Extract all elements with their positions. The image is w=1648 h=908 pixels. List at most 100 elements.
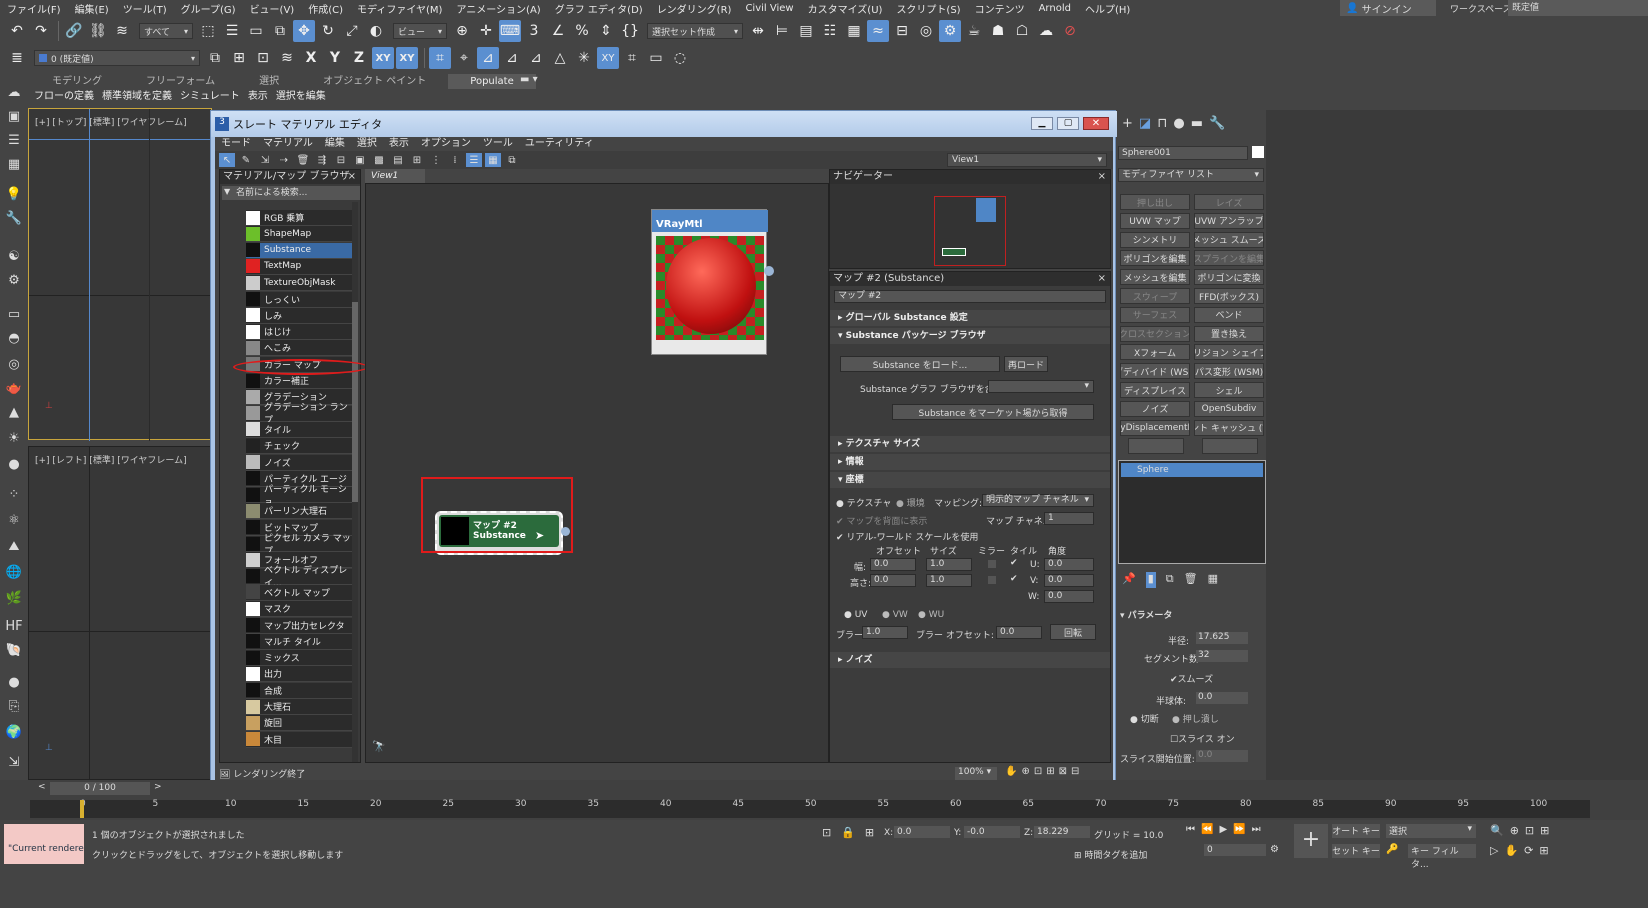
browser-list-item[interactable]: パーティクル モーショ... [246,485,356,508]
time-config-icon[interactable]: ⚙ [1270,844,1279,855]
browser-list-item[interactable]: グラデーション ランプ [246,403,356,426]
create-tab-icon[interactable]: + [1122,116,1133,134]
zoom-nav-icon[interactable]: 🔍 [1490,824,1504,837]
layout-icon[interactable]: ⁞ [447,153,463,167]
snap-face-icon[interactable]: △ [549,47,571,69]
menu-item[interactable]: ツール(T) [116,1,174,16]
select-manipulate-icon[interactable]: ✛ [475,20,497,42]
zoom-icon[interactable]: ⊕ [1021,766,1029,777]
param-editor-toggle-icon[interactable]: ▦ [485,153,501,167]
a360-icon[interactable]: ⊘ [1059,20,1081,42]
browser-list-item[interactable]: しみ [246,307,356,324]
v-angle-field[interactable]: 0.0 [1044,574,1094,587]
browser-list-item[interactable]: ベクトル ディスプレイ... [246,566,356,589]
stack-item-sphere[interactable]: Sphere [1121,463,1263,477]
modify-tab-icon[interactable]: ◪ [1139,116,1151,134]
link-doc-icon[interactable]: ⎘ [4,696,24,716]
slate-menu-item[interactable]: ツール [477,137,519,151]
menu-item[interactable]: レンダリング(R) [650,1,739,16]
add-time-tag[interactable]: ⊞ 時間タグを追加 [1074,848,1147,861]
section-package-browser[interactable]: ▾ Substance パッケージ ブラウザ [830,328,1110,344]
chop-radio[interactable]: ● 切断 [1130,712,1159,725]
minimize-button[interactable]: ▁ [1031,117,1053,130]
browser-list-item[interactable]: 大理石 [246,699,356,715]
edit-named-sel-icon[interactable]: {} [619,20,641,42]
next-frame-icon[interactable]: ⏩ [1233,824,1245,835]
section-coords[interactable]: ▾ 座標 [830,472,1110,488]
rotate-button[interactable]: 回転 [1050,624,1096,640]
select-by-material-icon[interactable]: ⧉ [504,153,520,167]
slate-menu-item[interactable]: マテリアル [257,137,319,151]
browser-list-item[interactable]: 旋回 [246,715,356,732]
ribbon-tab[interactable]: 選択 [237,74,301,89]
zoom-all-icon[interactable]: ⊕ [1510,824,1519,837]
ref-coord-dropdown[interactable]: ビュー ▾ [393,23,447,39]
layout-children-icon[interactable]: ⊞ [409,153,425,167]
menu-item[interactable]: ヘルプ(H) [1078,1,1137,16]
section-info[interactable]: ▸ 情報 [830,454,1110,470]
link-icon[interactable]: 🔗 [63,20,85,42]
axis-xy-alt[interactable]: XY [396,47,418,69]
pin-stack-icon[interactable]: 📌 [1122,572,1136,588]
browser-list-item[interactable]: はじけ [246,324,356,341]
vraymtl-node[interactable]: VRayMtl [651,209,774,355]
u-size-field[interactable]: 1.0 [926,558,972,571]
modifier-button[interactable]: イント キャッシュ (WS [1194,419,1264,436]
key-icon[interactable]: 🔑 [1386,844,1398,855]
hair-icon[interactable]: HF [4,616,24,636]
layout-all-icon[interactable]: ▤ [390,153,406,167]
zoom-extents-all-icon[interactable]: ⊞ [1540,824,1549,837]
blur-field[interactable]: 1.0 [862,626,908,639]
zoom-dropdown[interactable]: 100% ▾ [955,767,997,780]
browser-list-item[interactable]: ピクセル カメラ マップ [246,534,356,557]
sphere-select-icon[interactable]: ⚙ [4,270,24,290]
select-by-name-icon[interactable]: ☰ [221,20,243,42]
hemisphere-icon[interactable]: ◓ [4,328,24,348]
earth-icon[interactable]: 🌍 [4,722,24,742]
pick-material-icon[interactable]: ✎ [238,153,254,167]
align-icon[interactable]: ⊨ [771,20,793,42]
browser-list-item[interactable]: TextureObjMask [246,275,356,292]
param-editor-icon[interactable]: ⋮ [428,153,444,167]
menu-item[interactable]: Arnold [1032,3,1078,14]
modifier-button[interactable]: ベンド [1194,306,1264,323]
render-cloud-icon[interactable]: ☁ [1035,20,1057,42]
menu-item[interactable]: Civil View [738,3,800,14]
play-icon[interactable]: ▶ [1219,824,1227,835]
assign-material-icon[interactable]: ⇢ [276,153,292,167]
vray-output-socket[interactable] [764,266,774,276]
show-end-result-icon[interactable]: ▮ [1145,572,1156,588]
tools-icon[interactable]: 🔧 [4,208,24,228]
axis-y[interactable]: Y [324,47,346,69]
redo-icon[interactable]: ↷ [30,20,52,42]
y-coord-field[interactable]: -0.0 [964,826,1020,838]
named-selection-dropdown[interactable]: 選択セット作成 ▾ [647,23,743,39]
slice-on-checkbox[interactable]: ☐スライス オン [1170,732,1235,745]
browser-list-item[interactable]: 出力 [246,666,356,683]
abs-mode-icon[interactable]: ⊞ [865,826,874,839]
browser-list-item[interactable]: 木目 [246,731,356,748]
get-from-market-button[interactable]: Substance をマーケット場から取得 [892,404,1094,420]
modifier-empty-button[interactable] [1128,438,1184,454]
show-map-back-checkbox[interactable]: ✔ マップを背面に表示 [836,514,927,527]
prev-frame-icon[interactable]: ⏪ [1201,824,1213,835]
signin-button[interactable]: 👤 サインイン [1340,0,1436,16]
create-layer-icon[interactable]: ⧉ [204,47,226,69]
select-tool-icon[interactable]: ↖ [219,153,235,167]
set-current-layer-icon[interactable]: ≋ [276,47,298,69]
menu-item[interactable]: アニメーション(A) [449,1,547,16]
axis-z[interactable]: Z [348,47,370,69]
time-slider-marker[interactable] [80,800,84,818]
realworld-checkbox[interactable]: ✔ リアル-ワールド スケールを使用 [836,530,978,543]
layers-icon[interactable]: ≣ [6,47,28,69]
select-in-layer-icon[interactable]: ⊡ [252,47,274,69]
browser-search-input[interactable]: 名前による検索... [222,186,360,200]
smooth-checkbox[interactable]: ✔スムーズ [1170,672,1213,685]
modifier-list-dropdown[interactable]: モディファイヤ リスト ▾ [1118,168,1264,182]
modifier-button[interactable]: サーフェス [1120,306,1190,323]
ribbon-tab[interactable]: フリーフォーム [124,74,237,89]
spinner-snap-icon[interactable]: ⇕ [595,20,617,42]
keyboard-shortcut-icon[interactable]: ⌨ [499,20,521,42]
browser-list-item[interactable]: カラー補正 [246,373,356,389]
material-editor-icon[interactable]: ◎ [915,20,937,42]
